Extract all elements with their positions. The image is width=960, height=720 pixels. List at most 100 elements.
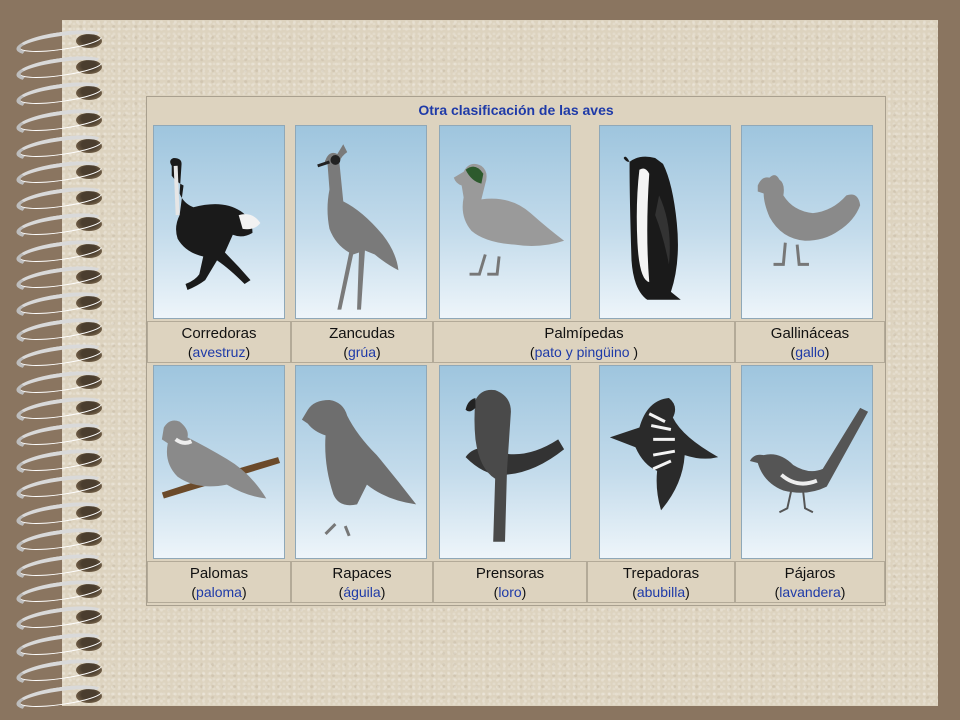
binding-wire [14, 340, 108, 375]
group-example: (abubilla) [632, 584, 690, 600]
spiral-ring [10, 78, 110, 113]
ostrich-icon [170, 157, 261, 290]
spiral-ring [10, 471, 110, 506]
example-link[interactable]: gallo [795, 344, 825, 360]
binding-wire [14, 366, 108, 401]
panel-title: Otra clasificación de las aves [418, 102, 614, 118]
pigeon-image [153, 365, 285, 559]
group-label-pajaros: Pájaros (lavandera) [735, 561, 885, 603]
group-label-rapaces: Rapaces (águila) [291, 561, 433, 603]
binding-wire [14, 680, 108, 716]
binding-wire [14, 392, 108, 427]
group-name: Zancudas [329, 325, 395, 342]
group-name: Rapaces [332, 565, 392, 582]
pigeon-icon [161, 420, 281, 499]
duck-icon [453, 163, 565, 276]
spiral-ring [10, 576, 110, 611]
hoopoe-image [599, 365, 731, 559]
binding-wire [14, 261, 108, 296]
group-example: (gallo) [790, 344, 830, 360]
group-name: Trepadoras [622, 565, 700, 582]
group-name: Corredoras [181, 325, 257, 342]
spiral-ring [10, 235, 110, 270]
spiral-ring [10, 261, 110, 296]
duck-image [439, 125, 571, 319]
ostrich-image [153, 125, 285, 319]
spiral-ring [10, 654, 110, 689]
binding-wire [14, 654, 108, 689]
binding-wire [14, 523, 108, 558]
spiral-ring [10, 523, 110, 558]
group-label-palmipedas: Palmípedas (pato y pingüino ) [433, 321, 735, 363]
spiral-ring [10, 445, 110, 480]
binding-wire [14, 314, 108, 349]
binding-wire [14, 235, 108, 270]
hoopoe-icon [609, 397, 719, 511]
example-link[interactable]: avestruz [193, 344, 246, 360]
eagle-image [295, 365, 427, 559]
group-name: Palomas [189, 565, 249, 582]
group-label-corredoras: Corredoras (avestruz) [147, 321, 291, 363]
binding-wire [14, 104, 108, 139]
binding-wire [14, 183, 108, 218]
crane-icon [317, 144, 399, 310]
spiral-ring [10, 287, 110, 323]
group-label-gallinaceas: Gallináceas (gallo) [735, 321, 885, 363]
group-name: Palmípedas [544, 325, 624, 342]
parrot-image [439, 365, 571, 559]
penguin-icon [623, 156, 681, 300]
example-link[interactable]: loro [498, 584, 521, 600]
group-label-prensoras: Prensoras (loro) [433, 561, 587, 603]
binding-wire [14, 418, 108, 454]
penguin-image [599, 125, 731, 319]
group-example: (águila) [338, 584, 386, 600]
binding-wire [14, 25, 108, 61]
parrot-icon [465, 389, 565, 542]
binding-wire [14, 209, 108, 244]
crane-image [295, 125, 427, 319]
binding-wire [14, 78, 108, 113]
example-link[interactable]: águila [343, 584, 380, 600]
example-link[interactable]: pato y pingüino [535, 344, 634, 360]
example-link[interactable]: lavandera [779, 584, 841, 600]
group-label-zancudas: Zancudas (grúa) [291, 321, 433, 363]
wagtail-image [741, 365, 873, 559]
binding-wire [14, 602, 108, 637]
rooster-image [741, 125, 873, 319]
binding-wire [14, 549, 108, 585]
example-link[interactable]: abubilla [637, 584, 685, 600]
spiral-ring [10, 680, 110, 716]
spiral-ring [10, 52, 110, 87]
rooster-icon [757, 175, 861, 266]
spiral-ring [10, 183, 110, 218]
binding-wire [14, 52, 108, 87]
eagle-icon [301, 399, 417, 537]
binding-wire [14, 130, 108, 165]
wagtail-icon [749, 407, 869, 514]
spiral-ring [10, 314, 110, 349]
binding-wire [14, 628, 108, 663]
binding-wire [14, 576, 108, 611]
group-example: (paloma) [191, 584, 247, 600]
spiral-ring [10, 366, 110, 401]
spiral-ring [10, 497, 110, 532]
example-link[interactable]: grúa [348, 344, 376, 360]
group-example: (grúa) [343, 344, 381, 360]
spiral-ring [10, 156, 110, 192]
spiral-ring [10, 602, 110, 637]
binding-wire [14, 497, 108, 532]
binding-wire [14, 445, 108, 480]
group-example: (avestruz) [187, 344, 251, 360]
binding-wire [14, 471, 108, 506]
group-name: Pájaros [784, 565, 836, 582]
group-name: Gallináceas [770, 325, 850, 342]
group-name: Prensoras [475, 565, 545, 582]
bird-classification-panel: Otra clasificación de las aves Corredora… [146, 96, 886, 606]
binding-wire [14, 287, 108, 323]
group-label-trepadoras: Trepadoras (abubilla) [587, 561, 735, 603]
spiral-ring [10, 130, 110, 165]
spiral-ring [10, 25, 110, 61]
example-link[interactable]: paloma [196, 584, 242, 600]
spiral-ring [10, 209, 110, 244]
group-example: (loro) [493, 584, 527, 600]
